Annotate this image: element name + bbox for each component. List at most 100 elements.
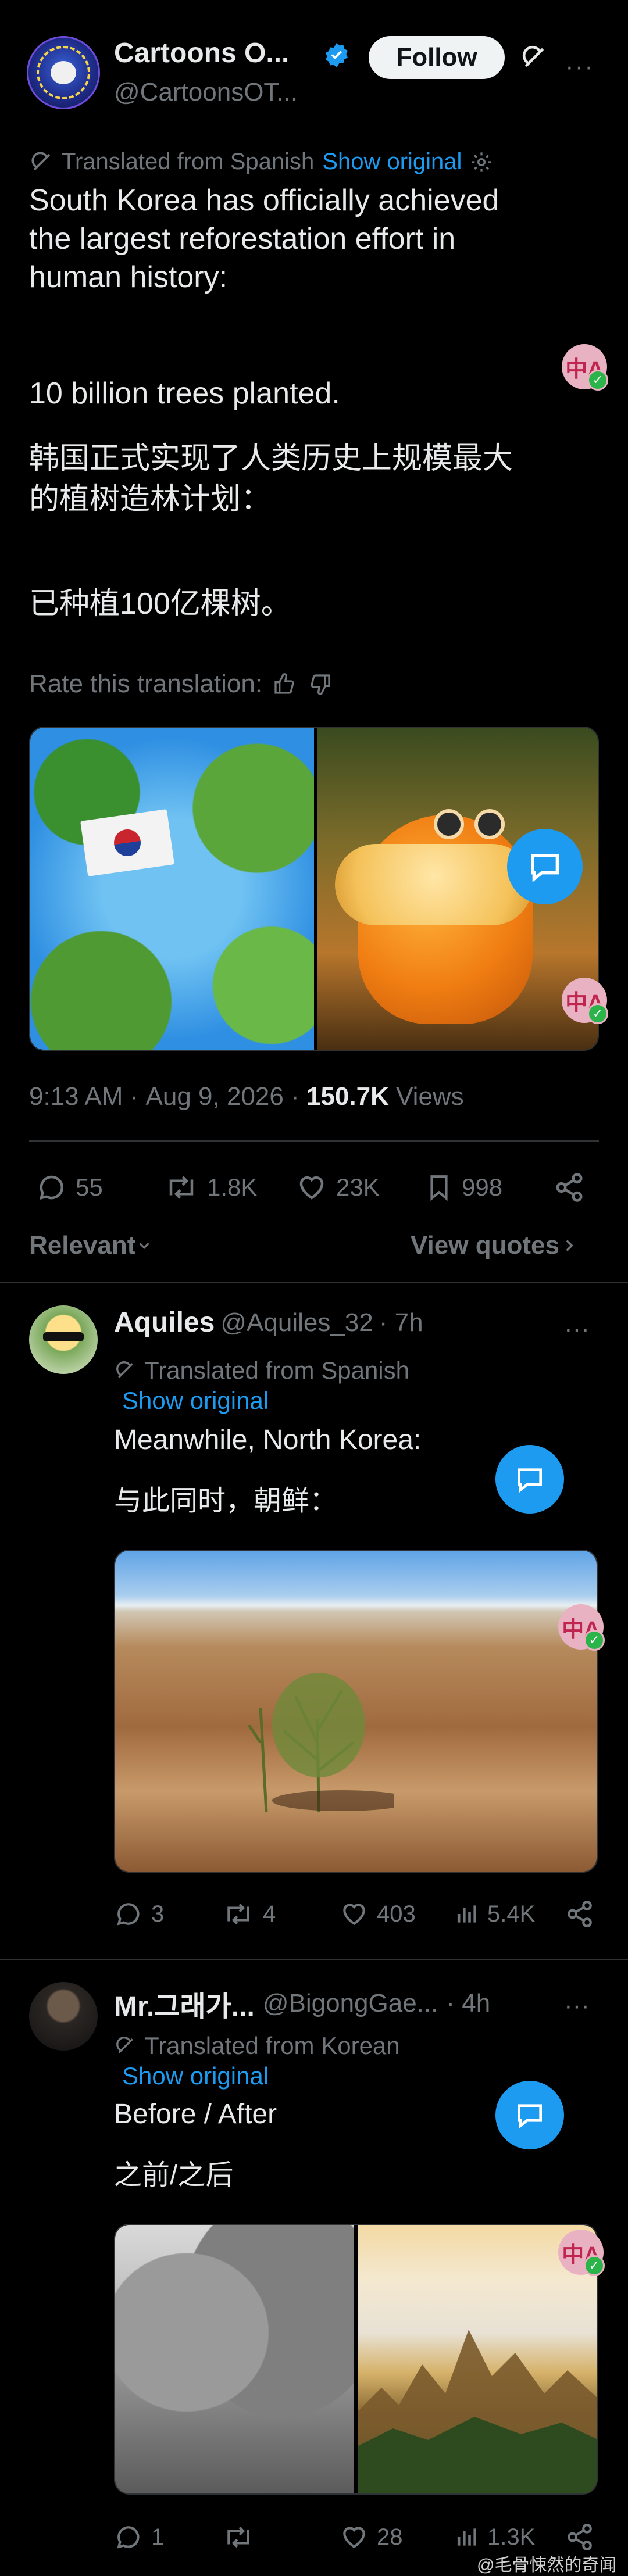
reply2-share-button[interactable] [565, 2523, 594, 2552]
reply-button[interactable]: 55 [36, 1172, 103, 1203]
section-divider [0, 1959, 628, 1960]
reply-more-icon[interactable]: ··· [564, 1315, 590, 1344]
reply-reply-button[interactable]: 3 [114, 1899, 164, 1929]
heart-icon [343, 2527, 365, 2549]
divider [29, 1140, 599, 1142]
reply-show-original-link-2[interactable]: Show original [122, 2062, 269, 2090]
verified-badge-icon [323, 42, 350, 69]
tweet-text-en-2: the largest reforestation effort in [29, 222, 456, 256]
comment-bubble-icon[interactable] [495, 1445, 564, 1514]
like-count: 23K [336, 1173, 380, 1201]
repost-icon [227, 2526, 249, 2548]
translate-float-button-2[interactable]: 中A ✓ [562, 978, 608, 1024]
check-icon-2: ✓ [587, 1003, 608, 1024]
tweet-text-zh-2: 的植树造林计划： [29, 482, 272, 516]
media-photo-before[interactable] [115, 2225, 354, 2493]
translation-notice: Translated from Spanish Show original [29, 149, 493, 175]
sort-label: Relevant [29, 1231, 136, 1260]
share-button[interactable] [554, 1172, 585, 1203]
grok-icon[interactable] [520, 43, 549, 72]
reply-time[interactable]: · 7h [379, 1308, 423, 1337]
repost-icon [227, 1903, 249, 1925]
reply-like-count: 403 [377, 1901, 416, 1927]
sort-dropdown[interactable]: Relevant [29, 1231, 153, 1260]
barren-mountains [115, 2225, 354, 2493]
translate-float-button-4[interactable]: 中A ✓ [558, 2230, 605, 2276]
tweet-text-zh-1: 韩国正式实现了人类历史上规模最大 [29, 442, 513, 475]
more-options-icon[interactable]: ··· [565, 52, 594, 81]
check-icon-4: ✓ [584, 2255, 605, 2276]
chevron-down-icon [139, 1243, 150, 1249]
repost-button[interactable]: 1.8K [164, 1172, 257, 1203]
reply-translated-from: Translated from Spanish [144, 1357, 409, 1384]
reply-more-icon-2[interactable]: ··· [564, 1991, 590, 2020]
follow-button[interactable]: Follow [369, 36, 505, 79]
reply-avatar[interactable] [29, 1305, 98, 1374]
reply-author-handle[interactable]: @Aquiles_32 [220, 1308, 373, 1337]
translate-float-button[interactable]: 中A ✓ [562, 344, 608, 391]
reply-author-name[interactable]: Aquiles [114, 1307, 215, 1339]
reply-views[interactable]: 5.4K [454, 1899, 535, 1929]
reply-media-2[interactable] [114, 2224, 598, 2495]
desert-shrub [247, 1673, 394, 1813]
share-icon [568, 1901, 592, 1927]
rock-peaks [358, 2330, 597, 2493]
reply-avatar-2[interactable] [29, 1982, 98, 2051]
media-divider-2 [354, 2225, 358, 2493]
settings-gear-icon[interactable] [470, 151, 493, 174]
reply-share-button[interactable] [565, 1899, 594, 1929]
reply2-repost-button[interactable] [222, 2523, 263, 2552]
thumbs-up-icon[interactable] [273, 672, 296, 696]
author-avatar[interactable] [27, 36, 100, 109]
reply-media[interactable] [114, 1550, 598, 1873]
reply-repost-count: 4 [263, 1901, 276, 1927]
bookmark-button[interactable]: 998 [424, 1172, 502, 1203]
tweet-date[interactable]: Aug 9, 2026 [146, 1082, 284, 1111]
meta-dot-2: · [283, 1082, 306, 1111]
tweet-meta: 9:13 AM · Aug 9, 2026 · 150.7K Views [29, 1082, 464, 1111]
rate-translation: Rate this translation: [29, 670, 332, 699]
lorax-mustache [335, 844, 533, 925]
comment-bubble-icon[interactable] [507, 829, 583, 904]
check-icon: ✓ [587, 370, 608, 391]
author-name[interactable]: Cartoons O... [114, 37, 289, 69]
reply-author-name-2[interactable]: Mr.그래가... [114, 1983, 255, 2024]
reply-count: 55 [76, 1173, 103, 1201]
reply-repost-button[interactable]: 4 [222, 1899, 276, 1929]
reply-show-original-link[interactable]: Show original [122, 1387, 269, 1415]
reply2-reply-button[interactable]: 1 [114, 2523, 164, 2552]
share-icon [556, 1173, 583, 1202]
author-handle[interactable]: @CartoonsOT... [114, 78, 298, 107]
reply-reply-count: 3 [151, 1901, 165, 1927]
views-count: 150.7K [306, 1082, 389, 1111]
reply-like-button[interactable]: 403 [340, 1899, 416, 1929]
reply-time-2[interactable]: · 4h [446, 1989, 490, 2018]
reply-text-en: Meanwhile, North Korea: [114, 1425, 422, 1455]
meta-space [389, 1082, 396, 1111]
reply-text-zh-2: 之前/之后 [114, 2160, 234, 2191]
translated-from-label: Translated from Spanish [62, 149, 315, 174]
views-chart-icon [457, 2528, 476, 2546]
avatar-logo [51, 61, 76, 84]
reply2-views[interactable]: 1.3K [454, 2523, 535, 2552]
like-button[interactable]: 23K [295, 1172, 380, 1203]
media-photo-trees[interactable] [30, 728, 314, 1050]
tweet-media[interactable] [29, 727, 599, 1051]
rate-translation-label: Rate this translation: [29, 670, 263, 698]
check-icon-3: ✓ [584, 1630, 605, 1651]
reply-text-zh: 与此同时，朝鲜： [114, 1486, 338, 1516]
avatar-sunglasses [43, 1332, 84, 1341]
show-original-link[interactable]: Show original [322, 149, 462, 175]
reply2-like-button[interactable]: 28 [340, 2523, 403, 2552]
repost-count: 1.8K [207, 1173, 258, 1201]
bookmark-count: 998 [462, 1173, 503, 1201]
thumbs-down-icon[interactable] [309, 672, 332, 696]
view-quotes-label: View quotes [411, 1231, 559, 1260]
tweet-text-en-4: 10 billion trees planted. [29, 377, 340, 410]
reply-author-handle-2[interactable]: @BigongGae... [263, 1989, 438, 2018]
tweet-time[interactable]: 9:13 AM [29, 1082, 123, 1111]
reply-text-en-2: Before / After [114, 2099, 277, 2130]
view-quotes-link[interactable]: View quotes [411, 1231, 579, 1260]
comment-bubble-icon[interactable] [495, 2081, 564, 2149]
translate-float-button-3[interactable]: 中A ✓ [558, 1604, 605, 1651]
